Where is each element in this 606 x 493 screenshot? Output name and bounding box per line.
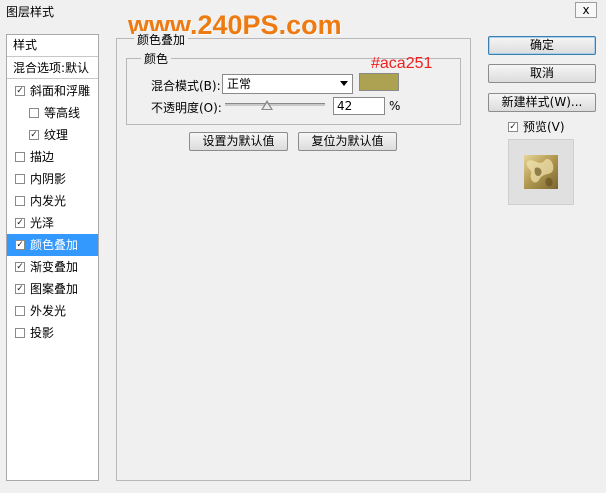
styles-header[interactable]: 样式 — [7, 35, 98, 57]
style-item[interactable]: ✓ 图案叠加 — [7, 278, 98, 300]
style-checkbox[interactable]: ✓ — [15, 261, 25, 272]
style-item-label: 内发光 — [30, 194, 67, 208]
style-item[interactable]: ✓ 光泽 — [7, 212, 98, 234]
style-item[interactable]: 内阴影 — [7, 168, 98, 190]
new-style-button[interactable]: 新建样式(W)... — [488, 93, 596, 112]
blend-mode-select[interactable]: 正常 — [222, 74, 353, 94]
style-item-label: 斜面和浮雕 — [30, 84, 91, 98]
opacity-input[interactable]: 42 — [333, 97, 385, 115]
style-item-label: 图案叠加 — [30, 282, 79, 296]
color-overlay-title: 颜色叠加 — [134, 31, 189, 48]
style-item-label: 纹理 — [44, 128, 69, 142]
set-default-button[interactable]: 设置为默认值 — [189, 132, 288, 151]
style-checkbox[interactable] — [15, 305, 25, 316]
style-item-label: 渐变叠加 — [30, 260, 79, 274]
style-item[interactable]: ✓ 渐变叠加 — [7, 256, 98, 278]
style-item-label: 光泽 — [30, 216, 55, 230]
blend-mode-label: 混合模式(B): — [151, 79, 221, 93]
gold-texture-preview — [524, 155, 558, 189]
style-item[interactable]: 描边 — [7, 146, 98, 168]
preview-checkbox[interactable]: ✓ — [508, 121, 518, 132]
style-item-label: 等高线 — [44, 106, 81, 120]
style-item-label: 颜色叠加 — [30, 238, 79, 252]
style-checkbox[interactable]: ✓ — [15, 283, 25, 294]
style-checkbox[interactable]: ✓ — [29, 129, 39, 140]
blend-mode-value: 正常 — [227, 77, 252, 91]
opacity-slider-track[interactable] — [225, 103, 325, 106]
styles-list-panel: 样式 混合选项:默认 ✓ 斜面和浮雕 等高线 ✓ 纹理 描边 内阴影 内发光 ✓ 光泽 ✓ 颜色叠加 ✓… — [6, 34, 99, 481]
blend-options-item[interactable]: 混合选项:默认 — [7, 57, 98, 79]
window-title: 图层样式 — [6, 5, 55, 19]
style-checkbox[interactable] — [29, 107, 39, 118]
style-item[interactable]: ✓ 纹理 — [7, 124, 98, 146]
reset-default-button[interactable]: 复位为默认值 — [298, 132, 397, 151]
preview-label: 预览(V) — [523, 120, 565, 134]
style-item[interactable]: ✓ 颜色叠加 — [7, 234, 98, 256]
opacity-unit: % — [389, 99, 401, 113]
opacity-label: 不透明度(O): — [151, 101, 222, 115]
style-item[interactable]: 等高线 — [7, 102, 98, 124]
style-checkbox[interactable]: ✓ — [15, 217, 25, 228]
style-item-label: 投影 — [30, 326, 55, 340]
overlay-color-swatch[interactable] — [359, 73, 399, 91]
style-checkbox[interactable] — [15, 151, 25, 162]
style-checkbox[interactable]: ✓ — [15, 239, 25, 250]
color-subgroup-title: 颜色 — [141, 50, 172, 67]
style-item-label: 描边 — [30, 150, 55, 164]
cancel-button[interactable]: 取消 — [488, 64, 596, 83]
preview-checkbox-row[interactable]: ✓ 预览(V) — [508, 118, 565, 135]
style-checkbox[interactable]: ✓ — [15, 85, 25, 96]
style-preview-thumbnail — [508, 139, 574, 205]
style-checkbox[interactable] — [15, 327, 25, 338]
style-item[interactable]: 外发光 — [7, 300, 98, 322]
style-item[interactable]: 内发光 — [7, 190, 98, 212]
style-item-label: 内阴影 — [30, 172, 67, 186]
chevron-down-icon — [340, 81, 348, 86]
hex-annotation: #aca251 — [371, 55, 433, 72]
style-checkbox[interactable] — [15, 195, 25, 206]
ok-button[interactable]: 确定 — [488, 36, 596, 55]
style-item[interactable]: 投影 — [7, 322, 98, 344]
opacity-slider-thumb-inner — [263, 103, 271, 109]
style-item-label: 外发光 — [30, 304, 67, 318]
style-checkbox[interactable] — [15, 173, 25, 184]
style-item[interactable]: ✓ 斜面和浮雕 — [7, 80, 98, 102]
close-button[interactable]: x — [575, 2, 597, 18]
